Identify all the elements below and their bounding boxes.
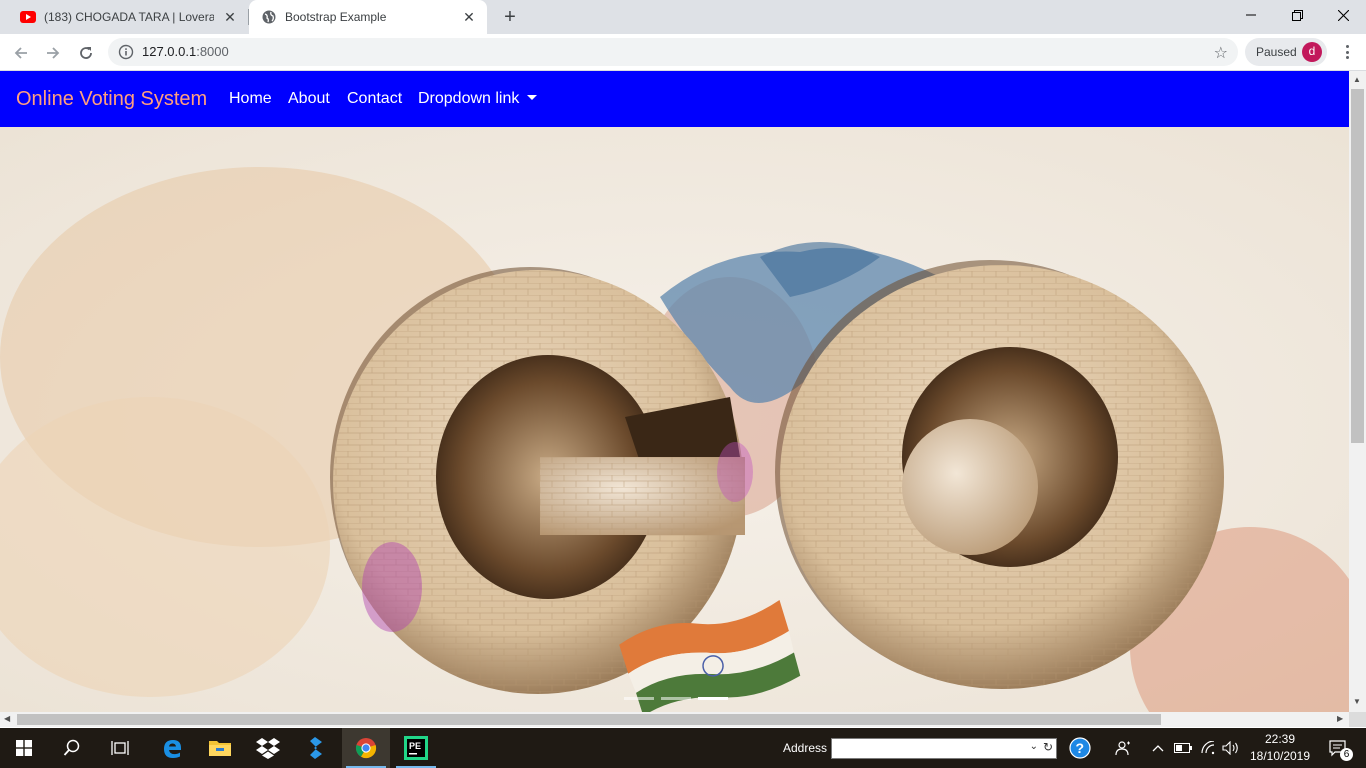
dropbox-icon[interactable] [244,728,292,768]
restore-button[interactable] [1274,0,1320,30]
avatar: d [1302,42,1322,62]
notification-center-icon[interactable]: 6 [1318,728,1358,768]
carousel-indicators [624,697,728,700]
globe-icon [261,9,277,25]
reload-icon [80,47,92,59]
back-arrow-icon [14,47,27,59]
refresh-go-icon[interactable]: ↻ [1043,740,1053,754]
menu-icon[interactable] [1337,42,1357,62]
chevron-down-icon[interactable]: ⌄ [1030,741,1038,752]
profile-status: Paused [1256,45,1297,59]
nav-link-dropdown[interactable]: Dropdown link [418,90,538,108]
help-icon[interactable]: ? [1066,728,1094,768]
address-toolbar-label: Address [783,741,828,755]
youtube-icon [20,9,36,25]
site-navbar: Online Voting System Home About Contact … [0,71,1349,127]
bookmark-star-icon[interactable]: ☆ [1214,43,1228,63]
chevron-up-icon[interactable] [1148,728,1168,768]
carousel-image [0,127,1349,712]
close-tab-icon[interactable]: ✕ [461,9,477,25]
horizontal-scrollbar[interactable]: ◀ ▶ [0,712,1349,727]
people-icon[interactable] [1110,728,1136,768]
back-button[interactable] [8,40,34,66]
clock-time: 22:39 [1264,732,1296,746]
profile-button[interactable]: Paused d [1245,38,1327,66]
url-text: 127.0.0.1:8000 [142,44,229,59]
file-explorer-icon[interactable] [196,728,244,768]
tab-title: Bootstrap Example [285,10,387,24]
start-icon[interactable] [0,728,48,768]
address-toolbar-input[interactable]: ⌄ ↻ [831,738,1057,759]
scroll-right-icon[interactable]: ▶ [1337,714,1343,723]
scrollbar-corner [1349,712,1366,727]
minimize-button[interactable] [1228,0,1274,30]
info-icon[interactable] [118,44,134,60]
carousel [0,127,1349,712]
tab-youtube[interactable]: (183) CHOGADA TARA | Loveratri ✕ [8,0,248,34]
battery-icon[interactable] [1172,728,1194,768]
close-tab-icon[interactable]: ✕ [222,9,238,25]
carousel-indicator-active[interactable] [698,697,728,700]
system-clock[interactable]: 22:39 18/10/2019 [1244,731,1316,765]
task-view-icon[interactable] [96,728,144,768]
navbar-brand[interactable]: Online Voting System [16,88,207,111]
close-window-button[interactable] [1320,0,1366,30]
browser-toolbar: 127.0.0.1:8000 ☆ Paused d [0,34,1366,71]
volume-icon[interactable] [1220,728,1242,768]
search-icon[interactable] [48,728,96,768]
visual-studio-icon[interactable] [292,728,340,768]
tab-title: (183) CHOGADA TARA | Loveratri [44,10,214,24]
forward-button[interactable] [40,40,66,66]
pycharm-icon[interactable]: PE [392,728,440,768]
page-viewport: Online Voting System Home About Contact … [0,71,1349,712]
caret-down-icon [527,95,538,100]
tab-strip: (183) CHOGADA TARA | Loveratri ✕ Bootstr… [0,0,1366,34]
scrollbar-thumb[interactable] [17,714,1161,725]
carousel-indicator[interactable] [661,697,691,700]
reload-button[interactable] [73,40,99,66]
new-tab-button[interactable]: + [498,5,522,29]
forward-arrow-icon [47,47,60,59]
svg-text:PE: PE [409,741,421,751]
scroll-down-icon[interactable]: ▼ [1353,697,1361,706]
nav-link-about[interactable]: About [288,90,330,108]
windows-taskbar: PE Address ⌄ ↻ ? 22:39 18/10/2019 6 [0,728,1366,768]
scrollbar-thumb[interactable] [1351,89,1364,443]
address-bar[interactable]: 127.0.0.1:8000 ☆ [108,38,1238,66]
notification-count-badge: 6 [1340,748,1353,761]
tab-bootstrap-example[interactable]: Bootstrap Example ✕ [249,0,487,34]
wifi-icon[interactable] [1197,728,1219,768]
chrome-icon[interactable] [342,728,390,768]
scroll-up-icon[interactable]: ▲ [1353,75,1361,84]
svg-text:?: ? [1076,740,1085,756]
nav-link-home[interactable]: Home [229,90,272,108]
vertical-scrollbar[interactable]: ▲ ▼ [1349,71,1366,712]
nav-link-contact[interactable]: Contact [347,90,402,108]
carousel-indicator[interactable] [624,697,654,700]
clock-date: 18/10/2019 [1249,749,1311,763]
scroll-left-icon[interactable]: ◀ [4,714,10,723]
edge-icon[interactable] [148,728,196,768]
